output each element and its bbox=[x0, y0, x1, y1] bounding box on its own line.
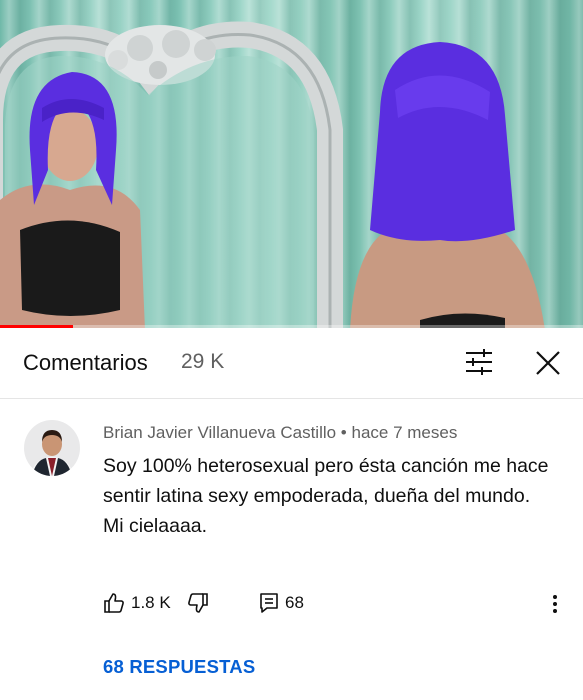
comments-screen: Comentarios 29 K Brian Javier Villanueva… bbox=[0, 0, 583, 700]
meta-separator: • bbox=[336, 423, 352, 442]
comment-meta: Brian Javier Villanueva Castillo • hace … bbox=[103, 423, 457, 443]
back-view-figure bbox=[350, 42, 545, 328]
comment-body: Soy 100% heterosexual pero ésta canción … bbox=[103, 451, 558, 541]
filter-sliders-icon[interactable] bbox=[463, 348, 495, 376]
comments-count: 29 K bbox=[181, 350, 225, 373]
comments-title: Comentarios bbox=[23, 350, 148, 375]
comment-line: Mi cielaaaa. bbox=[103, 515, 208, 537]
reply-comment-icon bbox=[260, 593, 278, 613]
comment-time[interactable]: hace 7 meses bbox=[351, 423, 457, 442]
thumbs-down-icon bbox=[188, 593, 208, 613]
like-count: 1.8 K bbox=[131, 593, 171, 612]
thumbs-up-icon bbox=[104, 593, 124, 613]
close-icon[interactable] bbox=[531, 346, 565, 380]
dislike-button[interactable] bbox=[187, 592, 209, 614]
comments-header: Comentarios 29 K bbox=[0, 328, 583, 399]
reply-count: 68 bbox=[285, 593, 304, 612]
avatar[interactable] bbox=[24, 420, 80, 476]
video-frame bbox=[0, 21, 545, 328]
reply-button[interactable]: 68 bbox=[259, 592, 304, 614]
like-button[interactable]: 1.8 K bbox=[103, 592, 171, 614]
video-player[interactable] bbox=[0, 0, 583, 328]
comment-line: Soy 100% heterosexual pero ésta canción … bbox=[103, 455, 549, 507]
view-replies-link[interactable]: 68 RESPUESTAS bbox=[103, 656, 255, 678]
comment-thread: Brian Javier Villanueva Castillo • hace … bbox=[0, 399, 583, 700]
comment-author[interactable]: Brian Javier Villanueva Castillo bbox=[103, 423, 336, 442]
more-vertical-icon[interactable] bbox=[540, 592, 570, 618]
comment-actions: 1.8 K 68 bbox=[103, 592, 573, 618]
